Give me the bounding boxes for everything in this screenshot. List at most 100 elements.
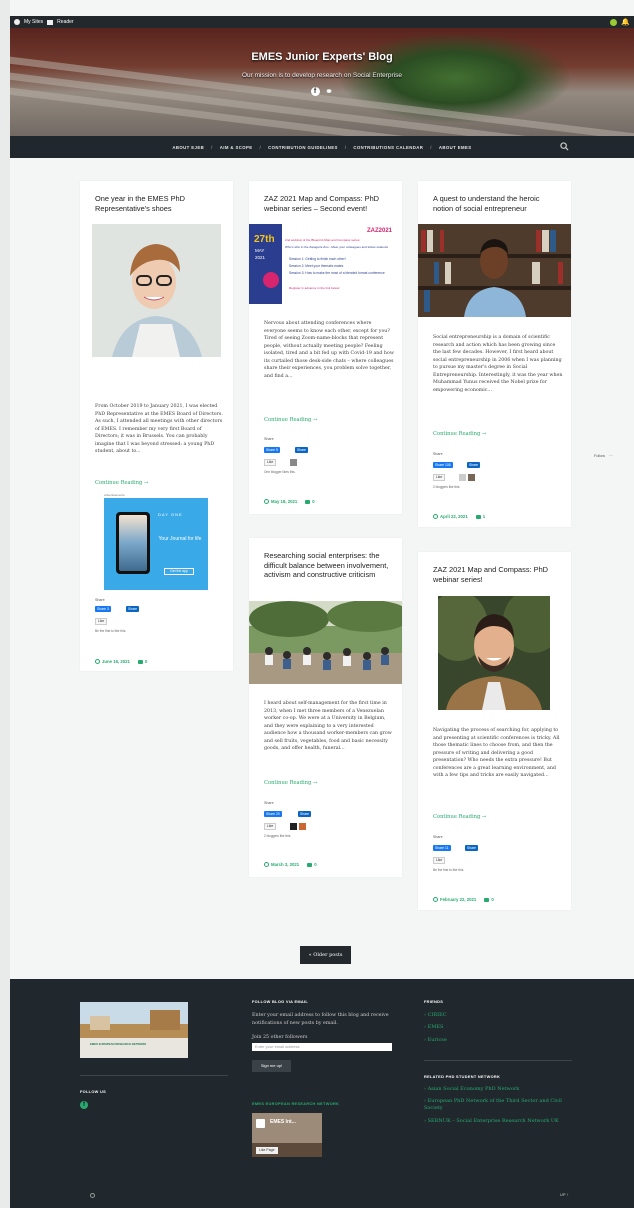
linkedin-share-button[interactable]: Share — [465, 845, 479, 851]
follow-button[interactable]: Follow — [594, 454, 605, 458]
comments-link[interactable]: 1 — [475, 514, 485, 519]
liker-avatar[interactable] — [290, 823, 297, 830]
post-featured-image[interactable]: 27th MAY 2021 ZAZ2021 2nd webinar of the… — [249, 224, 402, 304]
app-promo[interactable]: Advertisements DAY ONE Your Journal for … — [104, 493, 208, 590]
likes-note: 2 bloggers like this. — [264, 834, 292, 838]
back-to-top-link[interactable]: UP ↑ — [560, 1192, 569, 1197]
flyer-line: 2nd webinar of the Blueprint Map and Com… — [285, 238, 361, 242]
flyer-register: Register in advance in the link below: — [289, 286, 341, 290]
facebook-icon[interactable]: f — [80, 1101, 88, 1109]
post-featured-image[interactable] — [249, 601, 402, 684]
continue-reading-link[interactable]: Continue Reading → — [264, 417, 317, 423]
post-date[interactable]: June 16, 2021 — [95, 659, 130, 665]
friend-link[interactable]: › EMES — [424, 1024, 443, 1030]
facebook-share-button[interactable]: Share 3 — [95, 606, 111, 612]
reader-link[interactable]: Reader — [57, 19, 73, 25]
related-link[interactable]: › European PhD Network of the Third Sect… — [424, 1098, 574, 1112]
like-button[interactable]: Like — [264, 459, 277, 466]
follow-widget[interactable]: Follow ··· — [594, 454, 613, 458]
like-button[interactable]: Like — [433, 857, 446, 864]
comments-link[interactable]: 0 — [484, 897, 494, 903]
reader-icon[interactable] — [47, 19, 54, 25]
nav-item-aim-scope[interactable]: AIM & SCOPE — [220, 145, 253, 150]
browser-page: My Sites Reader 🔔 EMES Junior Experts' B… — [10, 0, 634, 1208]
continue-reading-link[interactable]: Continue Reading → — [433, 814, 486, 820]
post-featured-image[interactable] — [418, 224, 571, 317]
clock-icon — [95, 659, 100, 665]
continue-reading-link[interactable]: Continue Reading → — [433, 431, 486, 437]
liker-avatar[interactable] — [299, 823, 306, 830]
my-sites-link[interactable]: My Sites — [24, 19, 43, 25]
get-app-button[interactable]: Get the app — [164, 568, 194, 575]
nav-item-contribution-guidelines[interactable]: CONTRIBUTION GUIDELINES — [268, 145, 338, 150]
more-icon[interactable]: ··· — [609, 454, 613, 458]
linkedin-share-button[interactable]: Share — [126, 606, 140, 612]
like-button[interactable]: Like — [95, 618, 108, 625]
post-meta: April 22, 2021 1 — [433, 514, 485, 520]
site-title[interactable]: EMES Junior Experts' Blog — [10, 51, 634, 63]
follow-blog-text: Enter your email address to follow this … — [252, 1013, 389, 1026]
comment-icon — [305, 500, 311, 505]
post-featured-image[interactable] — [92, 224, 221, 357]
admin-bar: My Sites Reader 🔔 — [10, 16, 634, 28]
page-name: EMES Int... — [270, 1119, 296, 1125]
search-icon[interactable] — [560, 142, 569, 151]
like-button[interactable]: Like — [433, 474, 446, 481]
comment-icon — [484, 898, 490, 903]
liker-avatar[interactable] — [290, 459, 297, 466]
facebook-share-button[interactable]: Share 11 — [433, 845, 451, 851]
emes-network-title[interactable]: EMES EUROPEAN RESEARCH NETWORK — [252, 1101, 339, 1106]
post-title[interactable]: One year in the EMES PhD Representative'… — [95, 194, 221, 213]
linkedin-share-button[interactable]: Share — [298, 811, 312, 817]
post-title[interactable]: Researching social enterprises: the diff… — [264, 551, 390, 580]
facebook-icon[interactable]: f — [310, 87, 320, 96]
like-button[interactable]: Like — [264, 823, 277, 830]
post-date[interactable]: March 3, 2021 — [264, 862, 299, 868]
flyer-session: Session 2: Meet your thematic mates — [289, 264, 344, 268]
likes-note: 2 bloggers like this. — [433, 485, 461, 489]
outdoor-meeting-photo — [249, 601, 402, 684]
like-page-button[interactable]: Like Page — [256, 1147, 278, 1154]
post-date[interactable]: May 18, 2021 — [264, 499, 297, 505]
post-excerpt: Nervous about attending conferences wher… — [264, 321, 394, 379]
older-posts-button[interactable]: « Older posts — [300, 946, 351, 964]
post-featured-image[interactable] — [438, 596, 550, 710]
comments-link[interactable]: 0 — [307, 862, 317, 867]
likes-note: Be the first to like this. — [433, 868, 465, 872]
post-date[interactable]: February 22, 2021 — [433, 897, 476, 903]
sign-up-button[interactable]: Sign me up! — [252, 1060, 291, 1072]
footer-banner-image[interactable]: EMES EUROPEAN RESEARCH NETWORK — [80, 1002, 188, 1058]
facebook-page-widget[interactable]: EMES Int... Like Page — [252, 1113, 322, 1157]
related-link[interactable]: › SERNUK – Social Enterprise Research Ne… — [424, 1118, 574, 1125]
footer-badge: EMES EUROPEAN RESEARCH NETWORK — [90, 1042, 147, 1046]
facebook-share-button[interactable]: Share 20 — [264, 811, 282, 817]
wordpress-icon[interactable] — [14, 19, 20, 25]
link-icon[interactable]: ⚭ — [325, 86, 334, 96]
continue-reading-link[interactable]: Continue Reading → — [264, 780, 317, 786]
notifications-icon[interactable]: 🔔 — [621, 18, 630, 26]
post-title[interactable]: ZAZ 2021 Map and Compass: PhD webinar se… — [433, 565, 559, 584]
user-avatar[interactable] — [610, 18, 618, 26]
friend-link[interactable]: › Euricse — [424, 1037, 447, 1043]
post-title[interactable]: ZAZ 2021 Map and Compass: PhD webinar se… — [264, 194, 390, 213]
continue-reading-link[interactable]: Continue Reading → — [95, 480, 148, 486]
comments-link[interactable]: 0 — [137, 659, 147, 664]
nav-item-about-ejeb[interactable]: ABOUT EJEB — [172, 145, 204, 150]
clock-icon — [433, 897, 438, 903]
email-input[interactable]: Enter your email address — [252, 1043, 392, 1051]
nav-item-contributions-calendar[interactable]: CONTRIBUTIONS CALENDAR — [353, 145, 423, 150]
linkedin-share-button[interactable]: Share — [295, 447, 309, 453]
nav-item-about-emes[interactable]: ABOUT EMES — [439, 145, 472, 150]
facebook-share-button[interactable]: Share 108 — [433, 462, 453, 468]
linkedin-share-button[interactable]: Share — [467, 462, 481, 468]
liker-avatar[interactable] — [459, 474, 466, 481]
post-date[interactable]: April 22, 2021 — [433, 514, 468, 520]
comments-link[interactable]: 0 — [305, 499, 315, 505]
wordpress-icon[interactable] — [90, 1193, 95, 1198]
facebook-share-button[interactable]: Share 5 — [264, 447, 280, 453]
nav-separator: / — [344, 144, 347, 150]
friend-link[interactable]: › CIRIEC — [424, 1012, 447, 1018]
related-link[interactable]: › Asian Social Economy PhD Network — [424, 1086, 574, 1093]
post-title[interactable]: A quest to understand the heroic notion … — [433, 194, 559, 213]
liker-avatar[interactable] — [468, 474, 475, 481]
